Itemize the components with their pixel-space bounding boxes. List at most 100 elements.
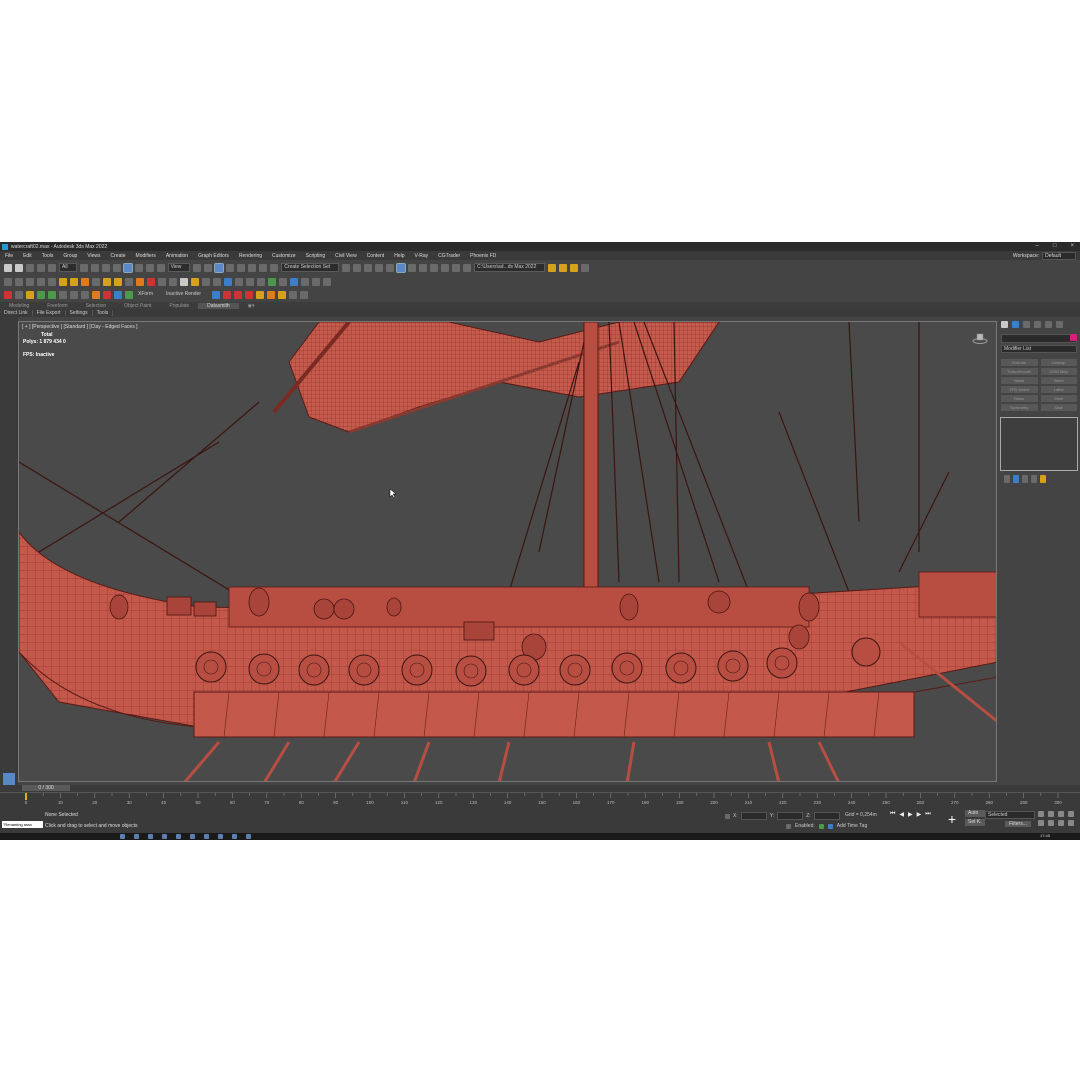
align-icon[interactable] [353,263,362,272]
menu-content[interactable]: Content [362,253,390,259]
set-key-icon[interactable]: + [945,812,959,826]
modifier-button[interactable]: Slice [1040,404,1077,411]
project-folder-icon[interactable] [559,263,568,272]
select-by-name-icon[interactable] [90,263,99,272]
modifier-button[interactable]: Unwrap [1040,359,1077,366]
unlink-icon[interactable] [37,263,45,272]
record-icon[interactable] [223,290,232,299]
fire-icon[interactable] [136,277,144,286]
modifier-button[interactable]: Shell [1040,395,1077,402]
add-time-tag-icon[interactable] [827,823,833,829]
grid-icon[interactable] [235,277,243,286]
prev-frame-icon[interactable]: ◀ [899,811,904,818]
modifier-button[interactable]: Noise [1001,377,1038,384]
goto-start-icon[interactable]: ⏮ [890,811,895,818]
viewcube-icon[interactable] [972,332,988,344]
blue-tool-icon[interactable] [114,290,122,299]
fov-icon[interactable] [1038,820,1044,826]
display-tab-icon[interactable] [1045,321,1052,328]
key-filter-dropdown[interactable]: Selected [985,811,1035,819]
percent-snap-icon[interactable] [248,263,257,272]
redo-icon[interactable] [15,263,23,272]
vfb-icon[interactable] [158,277,166,286]
selection-filter-dropdown[interactable]: All [59,263,77,272]
zoom-icon[interactable] [1038,811,1044,817]
subtab-tools[interactable]: Tools [93,310,114,316]
snap-grid-icon[interactable] [246,277,254,286]
modifier-list-dropdown[interactable]: Modifier List [1001,345,1077,353]
cloth-icon[interactable] [279,277,287,286]
select-place-icon[interactable] [156,263,165,272]
menu-vray[interactable]: V-Ray [410,253,434,259]
key-icon[interactable] [256,290,265,299]
snaps-toggle-icon[interactable] [226,263,235,272]
box-icon[interactable] [37,277,45,286]
open-folder-icon[interactable] [548,263,557,272]
tab-populate[interactable]: Populate [160,303,198,309]
save-icon[interactable] [581,263,590,272]
taskbar-app-icon[interactable] [120,834,125,839]
modify-tab-icon[interactable] [1012,321,1019,328]
select-rotate-icon[interactable] [134,263,143,272]
scatter-icon[interactable] [191,277,199,286]
palette-icon[interactable] [4,290,12,299]
proxy-icon[interactable] [202,277,210,286]
pin-stack-icon[interactable] [1004,475,1010,483]
orange-tool-icon[interactable] [92,290,100,299]
spinner-snap-icon[interactable] [259,263,268,272]
set-key-button[interactable]: Set K. [965,819,985,826]
light-icon[interactable] [48,277,56,286]
object-name-field[interactable] [1001,334,1077,343]
auto-key-button[interactable]: Auto [965,810,985,817]
play-icon[interactable] [59,290,67,299]
menu-scripting[interactable]: Scripting [301,253,330,259]
zoom-extents-all-icon[interactable] [1068,811,1074,817]
ipr-icon[interactable] [180,277,188,286]
modifier-button[interactable]: Extrude [1001,359,1038,366]
taskbar-app-icon[interactable] [204,834,209,839]
menu-customize[interactable]: Customize [267,253,301,259]
angle-snap-icon[interactable] [237,263,246,272]
viewport-layout-icon[interactable] [3,773,15,785]
curve-editor-icon[interactable] [396,262,407,273]
select-manipulate-icon[interactable] [204,263,213,272]
menu-create[interactable]: Create [106,253,131,259]
uv-icon[interactable] [290,277,298,286]
vray-light-icon[interactable] [59,277,67,286]
taskbar-app-icon[interactable] [218,834,223,839]
taskbar-app-icon[interactable] [148,834,153,839]
taskbar-app-icon[interactable] [134,834,139,839]
link-icon[interactable] [26,263,34,272]
window-crossing-icon[interactable] [112,263,121,272]
workspace-dropdown[interactable]: Default [1042,252,1076,260]
create-tab-icon[interactable] [1001,321,1008,328]
pan-icon[interactable] [1048,820,1054,826]
perspective-viewport[interactable]: [ + ] [Perspective ] [Standard ] [Clay -… [18,321,997,782]
browse-folder-icon[interactable] [570,263,579,272]
modifier-button[interactable]: Bend [1040,377,1077,384]
info-icon[interactable] [300,290,309,299]
ribbon-toggle-icon[interactable]: ◉▾ [239,303,264,309]
time-slider-knob[interactable]: 0 / 300 [22,785,70,791]
pause-icon[interactable] [70,290,78,299]
settings-icon[interactable] [289,290,298,299]
gear-icon[interactable] [312,277,320,286]
reference-coord-dropdown[interactable]: View [167,263,191,272]
menu-graph-editors[interactable]: Graph Editors [193,253,234,259]
menu-modifiers[interactable]: Modifiers [131,253,161,259]
next-frame-icon[interactable]: ▶ [917,811,922,818]
object-color-swatch[interactable] [1070,334,1077,341]
undo-icon[interactable] [4,263,12,272]
lock-icon[interactable] [786,823,791,829]
absolute-mode-icon[interactable] [725,813,730,819]
layer-explorer-icon[interactable] [375,263,384,272]
render-teapot-icon[interactable] [463,263,472,272]
y-coord-field[interactable] [777,812,804,820]
configure-sets-icon[interactable] [1040,475,1046,483]
close-icon[interactable]: × [1070,243,1074,249]
goto-end-icon[interactable]: ⏭ [925,811,930,818]
menu-animation[interactable]: Animation [161,253,193,259]
modifier-button[interactable]: FFD 4x4x4 [1001,386,1038,393]
bulb-icon[interactable] [267,290,276,299]
schematic-view-icon[interactable] [408,263,417,272]
